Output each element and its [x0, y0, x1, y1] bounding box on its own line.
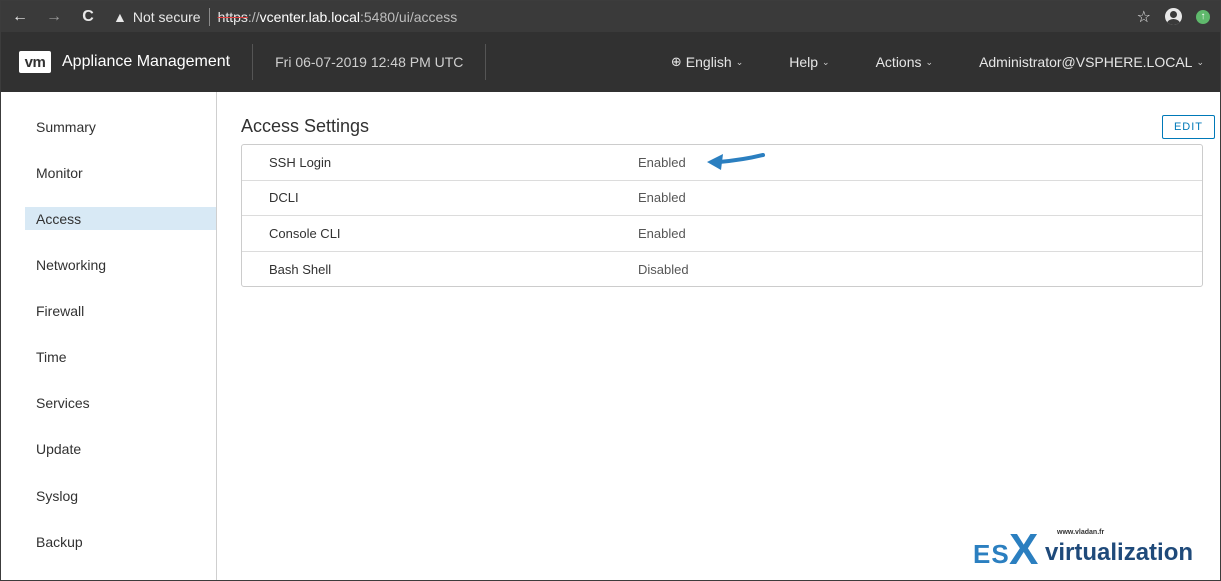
sidebar-item-access[interactable]: Access	[25, 207, 216, 230]
url-scheme: https	[217, 8, 248, 25]
address-divider	[208, 7, 210, 26]
sidebar-item-time[interactable]: Time	[25, 345, 216, 368]
language-menu[interactable]: ⊕ English ⌄	[671, 54, 743, 70]
row-label: Bash Shell	[269, 261, 332, 277]
security-status[interactable]: Not secure	[133, 9, 201, 25]
annotation-arrow-icon	[707, 153, 765, 170]
forward-arrow-icon[interactable]: →	[43, 6, 65, 28]
globe-icon: ⊕	[670, 54, 682, 69]
watermark-x: X	[1009, 525, 1039, 574]
address-bar[interactable]: ▲ Not secure https://vcenter.lab.local:5…	[113, 1, 457, 32]
row-value: Enabled	[638, 154, 686, 170]
browser-actions: ☆ ↑	[1137, 1, 1210, 32]
app-header: vm Appliance Management Fri 06-07-2019 1…	[1, 32, 1220, 92]
user-label: Administrator@VSPHERE.LOCAL	[979, 54, 1193, 70]
warning-icon: ▲	[113, 8, 127, 25]
app-window: ← → C ▲ Not secure https://vcenter.lab.l…	[0, 0, 1221, 581]
url-host: vcenter.lab.local	[259, 8, 360, 25]
profile-icon[interactable]	[1165, 8, 1182, 25]
header-datetime: Fri 06-07-2019 12:48 PM UTC	[275, 54, 464, 70]
row-value: Enabled	[638, 190, 686, 206]
sidebar-item-firewall[interactable]: Firewall	[25, 299, 216, 322]
reload-icon[interactable]: C	[77, 6, 99, 28]
row-label: DCLI	[269, 190, 299, 206]
browser-toolbar: ← → C ▲ Not secure https://vcenter.lab.l…	[1, 1, 1220, 32]
watermark-site: www.vladan.fr	[1057, 529, 1105, 536]
chevron-down-icon: ⌄	[1196, 56, 1204, 67]
back-arrow-icon[interactable]: ←	[9, 6, 31, 28]
sidebar-item-backup[interactable]: Backup	[25, 530, 216, 553]
help-label: Help	[789, 54, 819, 70]
sidebar: Summary Monitor Access Networking Firewa…	[1, 92, 217, 580]
table-row: Console CLI Enabled	[242, 216, 1202, 252]
row-label: Console CLI	[269, 225, 341, 241]
vm-logo: vm	[19, 51, 51, 73]
row-value: Enabled	[638, 225, 686, 241]
url-separator: ://	[247, 8, 260, 25]
table-row: Bash Shell Disabled	[242, 252, 1202, 288]
bookmark-star-icon[interactable]: ☆	[1137, 7, 1151, 27]
sidebar-item-networking[interactable]: Networking	[25, 253, 216, 276]
help-menu[interactable]: Help ⌄	[789, 54, 829, 70]
user-menu[interactable]: Administrator@VSPHERE.LOCAL ⌄	[979, 54, 1204, 70]
watermark-es: ES	[973, 539, 1010, 569]
chevron-down-icon: ⌄	[822, 56, 830, 67]
sidebar-item-summary[interactable]: Summary	[25, 115, 216, 138]
sidebar-item-update[interactable]: Update	[25, 437, 216, 460]
actions-label: Actions	[875, 54, 922, 70]
header-menus: ⊕ English ⌄ Help ⌄ Actions ⌄ Administrat…	[671, 32, 1220, 92]
app-title: Appliance Management	[62, 53, 231, 70]
edit-button[interactable]: EDIT	[1162, 115, 1215, 139]
row-label: SSH Login	[269, 154, 332, 170]
table-row: DCLI Enabled	[242, 181, 1202, 216]
watermark-logo: www.vladan.fr ES X virtualization	[973, 525, 1213, 575]
watermark-virtualization: virtualization	[1045, 539, 1194, 566]
row-value: Disabled	[638, 261, 689, 277]
header-divider	[485, 44, 487, 80]
chevron-down-icon: ⌄	[735, 56, 744, 67]
language-label: English	[685, 54, 732, 70]
chevron-down-icon: ⌄	[925, 56, 934, 67]
sidebar-item-monitor[interactable]: Monitor	[25, 161, 216, 184]
page-title: Access Settings	[241, 116, 370, 136]
sidebar-item-syslog[interactable]: Syslog	[25, 484, 216, 507]
url-path: :5480/ui/access	[360, 8, 458, 25]
url-text[interactable]: https://vcenter.lab.local:5480/ui/access	[218, 9, 458, 25]
extension-icon[interactable]: ↑	[1196, 9, 1210, 24]
sidebar-item-services[interactable]: Services	[25, 391, 216, 414]
actions-menu[interactable]: Actions ⌄	[876, 54, 933, 70]
